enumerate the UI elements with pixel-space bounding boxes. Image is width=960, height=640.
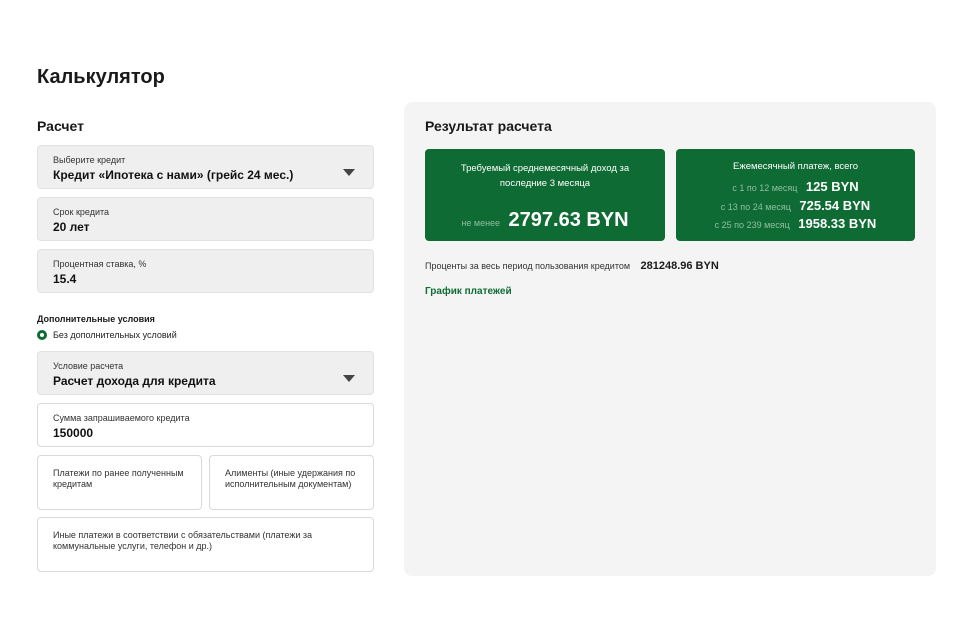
rate-value: 15.4 [53, 272, 77, 286]
other-payments-label: Иные платежи в соответствии с обязательс… [53, 530, 313, 551]
payment-row: с 1 по 12 месяц 125 BYN [676, 178, 915, 196]
radio-no-additional[interactable]: Без дополнительных условий [37, 329, 177, 341]
radio-label: Без дополнительных условий [53, 330, 177, 340]
credit-select-value: Кредит «Ипотека с нами» (грейс 24 мес.) [53, 168, 294, 182]
payment-period: с 25 по 239 месяц [714, 220, 790, 230]
term-label: Срок кредита [53, 207, 110, 217]
other-payments-input[interactable]: Иные платежи в соответствии с обязательс… [37, 517, 374, 572]
interest-label: Проценты за весь период пользования кред… [425, 261, 631, 271]
page-title: Калькулятор [37, 66, 165, 88]
prior-payments-input[interactable]: Платежи по ранее полученным кредитам [37, 455, 202, 510]
credit-select-label: Выберите кредит [53, 155, 126, 165]
chevron-down-icon[interactable] [343, 375, 355, 382]
term-field[interactable]: Срок кредита 20 лет [37, 197, 374, 241]
amount-label: Сумма запрашиваемого кредита [53, 413, 190, 423]
radio-selected-icon[interactable] [37, 330, 47, 340]
payment-amount: 1958.33 BYN [798, 216, 877, 231]
additional-conditions-title: Дополнительные условия [37, 314, 155, 324]
interest-row: Проценты за весь период пользования кред… [425, 256, 719, 274]
condition-select-label: Условие расчета [53, 361, 124, 371]
prior-payments-label: Платежи по ранее полученным кредитам [53, 468, 184, 489]
payment-row: с 25 по 239 месяц 1958.33 BYN [676, 215, 915, 233]
payment-row: с 13 по 24 месяц 725.54 BYN [676, 197, 915, 215]
income-card-value: 2797.63 BYN [508, 209, 629, 231]
income-card: Требуемый среднемесячный доход за послед… [425, 149, 665, 241]
payment-card-title: Ежемесячный платеж, всего [733, 161, 858, 172]
condition-select-value: Расчет дохода для кредита [53, 374, 216, 388]
alimony-input[interactable]: Алименты (иные удержания по исполнительн… [209, 455, 374, 510]
calculation-title: Расчет [37, 118, 84, 134]
payment-schedule-link[interactable]: График платежей [425, 286, 512, 297]
rate-label: Процентная ставка, % [53, 259, 147, 269]
income-card-prefix: не менее [461, 218, 501, 228]
amount-value: 150000 [53, 426, 94, 440]
payment-amount: 125 BYN [805, 179, 859, 194]
credit-select[interactable]: Выберите кредит Кредит «Ипотека с нами» … [37, 145, 374, 189]
payment-amount: 725.54 BYN [799, 198, 871, 213]
condition-select[interactable]: Условие расчета Расчет дохода для кредит… [37, 351, 374, 395]
amount-input[interactable]: Сумма запрашиваемого кредита 150000 [37, 403, 374, 447]
term-value: 20 лет [53, 220, 90, 234]
alimony-label: Алименты (иные удержания по исполнительн… [225, 468, 356, 489]
payment-period: с 1 по 12 месяц [732, 183, 798, 193]
chevron-down-icon[interactable] [343, 169, 355, 176]
result-title: Результат расчета [425, 118, 552, 134]
payment-card: Ежемесячный платеж, всего с 1 по 12 меся… [676, 149, 915, 241]
income-card-title: Требуемый среднемесячный доход за послед… [460, 163, 630, 189]
rate-field[interactable]: Процентная ставка, % 15.4 [37, 249, 374, 293]
payment-period: с 13 по 24 месяц [720, 202, 791, 212]
interest-value: 281248.96 BYN [640, 260, 719, 272]
